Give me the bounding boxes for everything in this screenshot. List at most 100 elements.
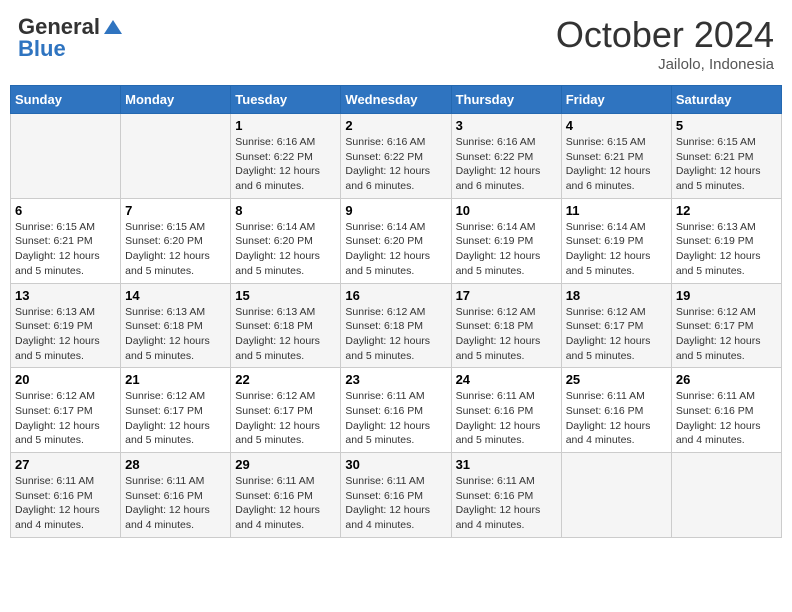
day-number: 9 [345,203,446,218]
day-info: Sunrise: 6:16 AMSunset: 6:22 PMDaylight:… [345,135,446,194]
day-info: Sunrise: 6:12 AMSunset: 6:17 PMDaylight:… [15,389,116,448]
day-cell: 12 Sunrise: 6:13 AMSunset: 6:19 PMDayligh… [671,198,781,283]
day-cell: 9 Sunrise: 6:14 AMSunset: 6:20 PMDaylight… [341,198,451,283]
day-number: 1 [235,118,336,133]
day-number: 2 [345,118,446,133]
day-number: 8 [235,203,336,218]
day-number: 19 [676,288,777,303]
day-cell: 22 Sunrise: 6:12 AMSunset: 6:17 PMDayligh… [231,368,341,453]
day-cell: 17Sunrise: 6:12 AMSunset: 6:18 PMDayligh… [451,283,561,368]
day-cell [11,114,121,199]
header-cell-wednesday: Wednesday [341,86,451,114]
day-info: Sunrise: 6:11 AMSunset: 6:16 PMDaylight:… [566,389,667,448]
day-cell: 20 Sunrise: 6:12 AMSunset: 6:17 PMDayligh… [11,368,121,453]
day-cell: 4 Sunrise: 6:15 AMSunset: 6:21 PMDaylight… [561,114,671,199]
day-info: Sunrise: 6:11 AMSunset: 6:16 PMDaylight:… [456,474,557,533]
header-cell-monday: Monday [121,86,231,114]
day-cell [121,114,231,199]
day-info: Sunrise: 6:11 AMSunset: 6:16 PMDaylight:… [15,474,116,533]
logo-blue: Blue [18,36,66,62]
day-number: 3 [456,118,557,133]
header-cell-saturday: Saturday [671,86,781,114]
day-info: Sunrise: 6:16 AMSunset: 6:22 PMDaylight:… [456,135,557,194]
day-info: Sunrise: 6:14 AMSunset: 6:19 PMDaylight:… [456,220,557,279]
day-info: Sunrise: 6:12 AMSunset: 6:18 PMDaylight:… [345,305,446,364]
day-info: Sunrise: 6:16 AMSunset: 6:22 PMDaylight:… [235,135,336,194]
day-cell: 1 Sunrise: 6:16 AMSunset: 6:22 PMDaylight… [231,114,341,199]
location: Jailolo, Indonesia [556,56,774,73]
header-cell-friday: Friday [561,86,671,114]
day-info: Sunrise: 6:11 AMSunset: 6:16 PMDaylight:… [456,389,557,448]
day-cell: 7 Sunrise: 6:15 AMSunset: 6:20 PMDaylight… [121,198,231,283]
day-cell: 27Sunrise: 6:11 AMSunset: 6:16 PMDayligh… [11,453,121,538]
day-cell: 25 Sunrise: 6:11 AMSunset: 6:16 PMDayligh… [561,368,671,453]
day-number: 15 [235,288,336,303]
header-cell-tuesday: Tuesday [231,86,341,114]
day-info: Sunrise: 6:12 AMSunset: 6:17 PMDaylight:… [566,305,667,364]
day-cell: 31 Sunrise: 6:11 AMSunset: 6:16 PMDayligh… [451,453,561,538]
day-cell: 10 Sunrise: 6:14 AMSunset: 6:19 PMDayligh… [451,198,561,283]
day-number: 12 [676,203,777,218]
logo: General Blue [18,14,124,62]
day-cell: 24 Sunrise: 6:11 AMSunset: 6:16 PMDayligh… [451,368,561,453]
calendar-table: SundayMondayTuesdayWednesdayThursdayFrid… [10,85,782,538]
title-block: October 2024 Jailolo, Indonesia [556,14,774,73]
day-cell: 15 Sunrise: 6:13 AMSunset: 6:18 PMDayligh… [231,283,341,368]
day-number: 26 [676,372,777,387]
day-info: Sunrise: 6:15 AMSunset: 6:21 PMDaylight:… [15,220,116,279]
header-row: SundayMondayTuesdayWednesdayThursdayFrid… [11,86,782,114]
day-info: Sunrise: 6:14 AMSunset: 6:20 PMDaylight:… [235,220,336,279]
week-row-1: 1 Sunrise: 6:16 AMSunset: 6:22 PMDaylight… [11,114,782,199]
day-cell [671,453,781,538]
day-cell: 5Sunrise: 6:15 AMSunset: 6:21 PMDaylight… [671,114,781,199]
day-info: Sunrise: 6:14 AMSunset: 6:20 PMDaylight:… [345,220,446,279]
day-number: 30 [345,457,446,472]
day-info: Sunrise: 6:13 AMSunset: 6:18 PMDaylight:… [125,305,226,364]
day-cell: 14Sunrise: 6:13 AMSunset: 6:18 PMDayligh… [121,283,231,368]
week-row-5: 27Sunrise: 6:11 AMSunset: 6:16 PMDayligh… [11,453,782,538]
day-info: Sunrise: 6:12 AMSunset: 6:17 PMDaylight:… [125,389,226,448]
day-number: 18 [566,288,667,303]
day-cell: 28Sunrise: 6:11 AMSunset: 6:16 PMDayligh… [121,453,231,538]
day-number: 16 [345,288,446,303]
day-cell: 19 Sunrise: 6:12 AMSunset: 6:17 PMDayligh… [671,283,781,368]
day-number: 4 [566,118,667,133]
week-row-4: 20 Sunrise: 6:12 AMSunset: 6:17 PMDayligh… [11,368,782,453]
day-info: Sunrise: 6:15 AMSunset: 6:21 PMDaylight:… [676,135,777,194]
week-row-3: 13Sunrise: 6:13 AMSunset: 6:19 PMDayligh… [11,283,782,368]
day-cell: 3 Sunrise: 6:16 AMSunset: 6:22 PMDaylight… [451,114,561,199]
day-info: Sunrise: 6:13 AMSunset: 6:19 PMDaylight:… [676,220,777,279]
day-info: Sunrise: 6:12 AMSunset: 6:18 PMDaylight:… [456,305,557,364]
page-header: General Blue October 2024 Jailolo, Indon… [10,10,782,77]
day-number: 23 [345,372,446,387]
day-info: Sunrise: 6:15 AMSunset: 6:20 PMDaylight:… [125,220,226,279]
day-cell: 11Sunrise: 6:14 AMSunset: 6:19 PMDayligh… [561,198,671,283]
logo-icon [102,18,124,36]
day-number: 31 [456,457,557,472]
day-number: 6 [15,203,116,218]
day-cell: 13Sunrise: 6:13 AMSunset: 6:19 PMDayligh… [11,283,121,368]
day-cell: 30 Sunrise: 6:11 AMSunset: 6:16 PMDayligh… [341,453,451,538]
day-number: 24 [456,372,557,387]
day-number: 10 [456,203,557,218]
header-cell-sunday: Sunday [11,86,121,114]
month-title: October 2024 [556,14,774,56]
day-number: 22 [235,372,336,387]
day-number: 20 [15,372,116,387]
day-cell: 18 Sunrise: 6:12 AMSunset: 6:17 PMDayligh… [561,283,671,368]
day-cell: 6 Sunrise: 6:15 AMSunset: 6:21 PMDaylight… [11,198,121,283]
day-info: Sunrise: 6:13 AMSunset: 6:18 PMDaylight:… [235,305,336,364]
day-info: Sunrise: 6:12 AMSunset: 6:17 PMDaylight:… [235,389,336,448]
day-number: 13 [15,288,116,303]
day-number: 25 [566,372,667,387]
day-cell: 2 Sunrise: 6:16 AMSunset: 6:22 PMDaylight… [341,114,451,199]
day-cell: 16 Sunrise: 6:12 AMSunset: 6:18 PMDayligh… [341,283,451,368]
day-info: Sunrise: 6:15 AMSunset: 6:21 PMDaylight:… [566,135,667,194]
day-info: Sunrise: 6:12 AMSunset: 6:17 PMDaylight:… [676,305,777,364]
day-number: 7 [125,203,226,218]
day-info: Sunrise: 6:14 AMSunset: 6:19 PMDaylight:… [566,220,667,279]
day-info: Sunrise: 6:11 AMSunset: 6:16 PMDaylight:… [235,474,336,533]
header-cell-thursday: Thursday [451,86,561,114]
day-cell: 21Sunrise: 6:12 AMSunset: 6:17 PMDayligh… [121,368,231,453]
day-info: Sunrise: 6:11 AMSunset: 6:16 PMDaylight:… [345,474,446,533]
